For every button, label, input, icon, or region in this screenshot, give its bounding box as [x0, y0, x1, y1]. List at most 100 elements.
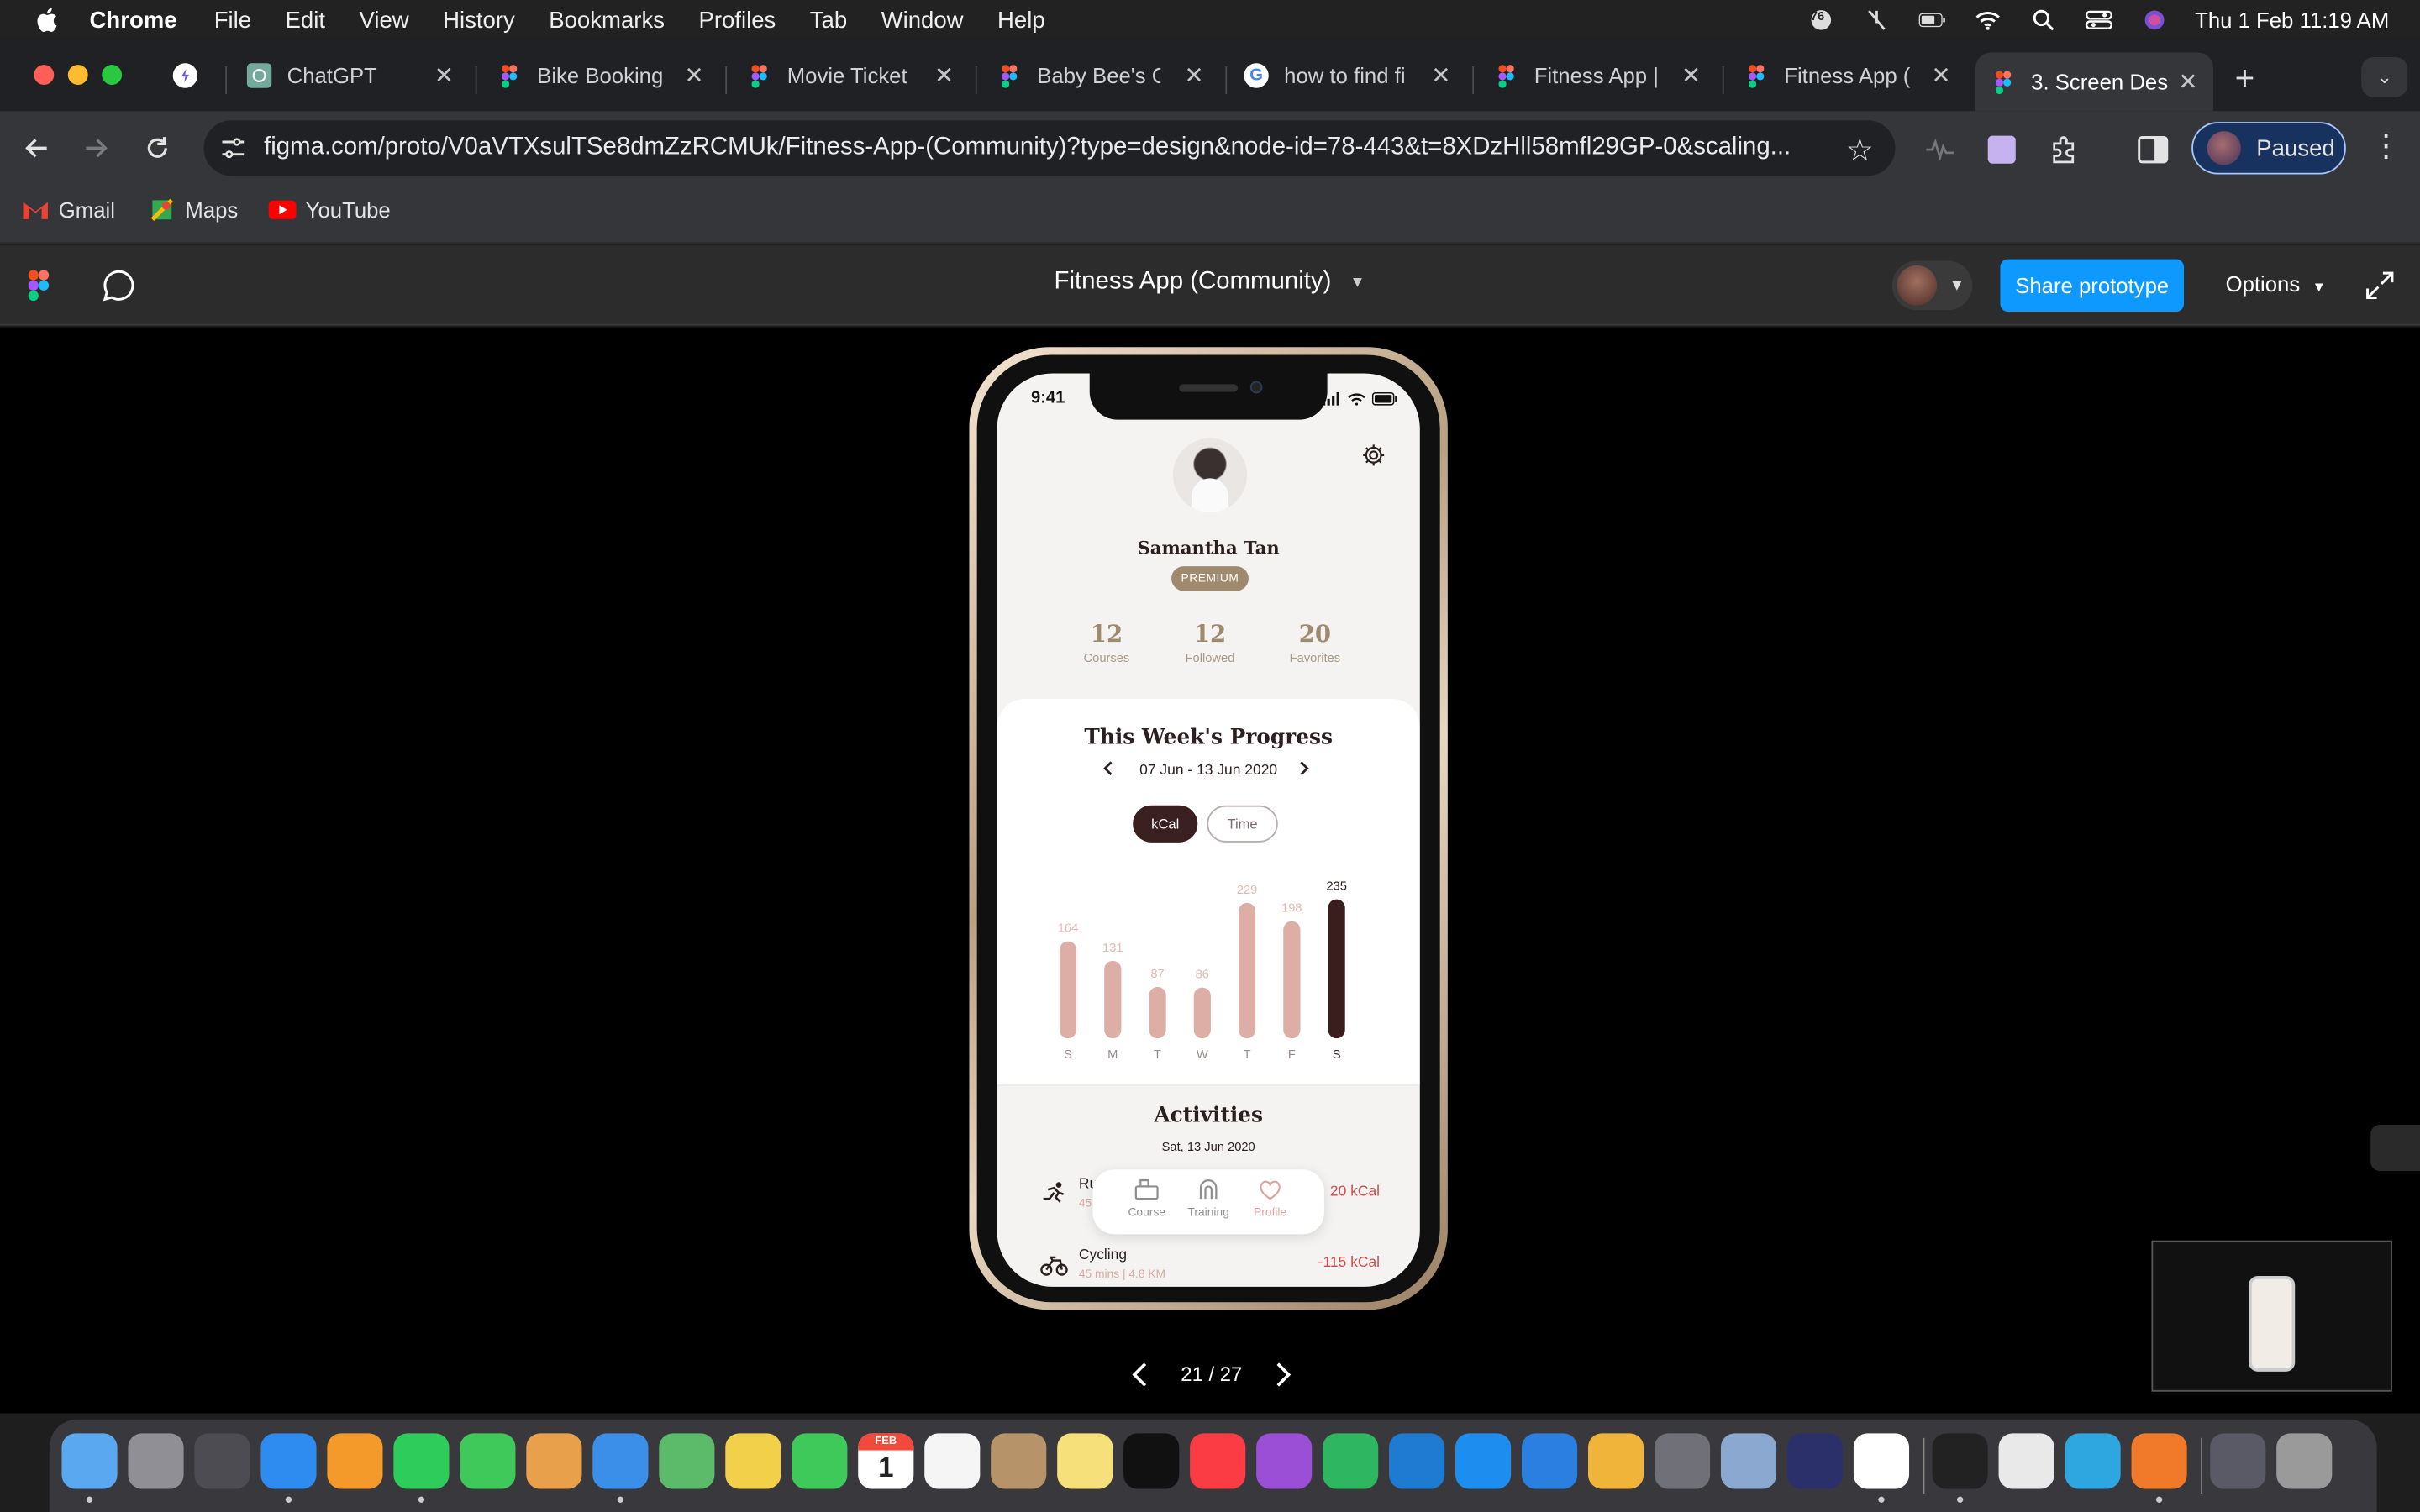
side-extension-widget[interactable] — [2370, 1124, 2420, 1172]
dock-reminders-icon[interactable] — [924, 1433, 981, 1489]
tab-baby-bees[interactable]: Baby Bee's C ✕ — [997, 52, 1219, 98]
tab-search-chevron-icon[interactable]: ⌄ — [2361, 56, 2408, 97]
close-tab-icon[interactable]: ✕ — [2178, 68, 2197, 96]
dock-preview-icon[interactable] — [1720, 1433, 1777, 1489]
close-tab-icon[interactable]: ✕ — [684, 61, 703, 89]
tab-google-search[interactable]: G how to find fi ✕ — [1244, 52, 1465, 98]
new-tab-icon[interactable]: + — [2235, 59, 2255, 99]
puzzle-extensions-icon[interactable] — [2047, 133, 2081, 166]
dock-numbers-icon[interactable] — [1323, 1433, 1379, 1489]
audio-wave-icon[interactable] — [1923, 133, 1957, 166]
close-tab-icon[interactable]: ✕ — [434, 61, 454, 89]
menu-edit[interactable]: Edit — [286, 7, 325, 33]
dock-safari-icon[interactable] — [260, 1433, 317, 1489]
menu-app-name[interactable]: Chrome — [90, 7, 177, 33]
dock-messages-icon[interactable] — [460, 1433, 516, 1489]
stat-favorites[interactable]: 20 Favorites — [1269, 620, 1361, 664]
reload-icon[interactable] — [139, 129, 176, 166]
figma-logo-icon[interactable] — [28, 270, 50, 302]
viewer-avatar-dropdown[interactable]: ▼ — [1891, 260, 1973, 311]
dock-system-settings-icon[interactable] — [1654, 1433, 1711, 1489]
tab-bike-booking[interactable]: Bike Booking ✕ — [497, 52, 718, 98]
dock-chrome-icon[interactable] — [1853, 1433, 1910, 1489]
dock-keynote-icon[interactable] — [1522, 1433, 1578, 1489]
previous-frame-icon[interactable] — [1127, 1357, 1155, 1391]
dock-tv-icon[interactable] — [1123, 1433, 1180, 1489]
dock-notes-icon[interactable] — [1057, 1433, 1113, 1489]
chart-bar[interactable] — [1328, 899, 1345, 1039]
dock-preview-icon[interactable] — [526, 1433, 582, 1489]
chart-bar[interactable] — [1283, 921, 1301, 1039]
extension-icon[interactable] — [1985, 133, 2018, 166]
next-frame-icon[interactable] — [1269, 1357, 1297, 1391]
menu-clock[interactable]: Thu 1 Feb 11:19 AM — [2195, 8, 2389, 32]
tab-screen-design-active[interactable]: 3. Screen Des ✕ — [1975, 52, 2213, 112]
close-tab-icon[interactable]: ✕ — [1932, 61, 1951, 89]
dock-photos-icon[interactable] — [725, 1433, 781, 1489]
menu-file[interactable]: File — [214, 7, 251, 33]
profile-paused-button[interactable]: Paused — [2191, 122, 2346, 175]
back-arrow-icon[interactable] — [18, 129, 55, 166]
dock-podcasts-icon[interactable] — [1256, 1433, 1313, 1489]
address-bar[interactable]: figma.com/proto/V0aVTXsulTSe8dmZzRCMUk/F… — [203, 120, 1896, 176]
chart-bar[interactable] — [1149, 986, 1166, 1039]
dock-textedit-icon[interactable] — [1998, 1433, 2054, 1489]
url-text[interactable]: figma.com/proto/V0aVTXsulTSe8dmZzRCMUk/F… — [264, 134, 1823, 162]
dock-keychain-icon[interactable] — [194, 1433, 250, 1489]
bookmark-star-icon[interactable]: ☆ — [1846, 131, 1874, 170]
dock-eclipse-icon[interactable] — [1786, 1433, 1844, 1489]
tab-movie-ticket[interactable]: Movie Ticket ✕ — [747, 52, 969, 98]
dock-terminal-icon[interactable] — [1932, 1433, 1988, 1489]
dock-maps-icon[interactable] — [659, 1433, 715, 1489]
chart-bar[interactable] — [1238, 902, 1256, 1039]
dock-books-icon[interactable] — [327, 1433, 383, 1489]
dock-whatsapp-icon[interactable] — [393, 1433, 450, 1489]
dock-music-icon[interactable] — [1190, 1433, 1246, 1489]
close-tab-icon[interactable]: ✕ — [934, 61, 954, 89]
side-panel-icon[interactable] — [2136, 133, 2170, 166]
menu-help[interactable]: Help — [997, 7, 1045, 33]
minimize-window-button[interactable] — [67, 65, 88, 86]
spotlight-search-icon[interactable] — [2028, 8, 2060, 32]
menu-window[interactable]: Window — [881, 7, 964, 33]
tab-course[interactable]: Course — [1116, 1179, 1177, 1219]
bookmark-maps[interactable]: Maps — [148, 197, 238, 222]
tab-chatgpt[interactable]: ChatGPT ✕ — [246, 52, 469, 98]
profile-avatar[interactable] — [1172, 438, 1248, 512]
comment-icon[interactable] — [102, 269, 135, 302]
fullscreen-icon[interactable] — [2365, 270, 2396, 301]
close-window-button[interactable] — [34, 65, 55, 86]
close-tab-icon[interactable]: ✕ — [1431, 61, 1450, 89]
muted-icon[interactable] — [1861, 8, 1892, 32]
dock-contacts-icon[interactable] — [991, 1433, 1047, 1489]
stat-followed[interactable]: 12 Followed — [1164, 620, 1256, 664]
dock-telegram-icon[interactable] — [2065, 1433, 2121, 1489]
share-prototype-button[interactable]: Share prototype — [2000, 259, 2184, 312]
dock-calendar-icon[interactable]: FEB 1 — [858, 1433, 914, 1489]
chevron-right-icon[interactable] — [1295, 759, 1313, 778]
tab-training[interactable]: Training — [1177, 1179, 1239, 1219]
close-tab-icon[interactable]: ✕ — [1681, 61, 1701, 89]
dock-app-store-icon[interactable] — [1455, 1433, 1512, 1489]
dock-trash-icon[interactable] — [2276, 1433, 2333, 1489]
menu-tab[interactable]: Tab — [810, 7, 847, 33]
activity-item-cycling[interactable]: Cycling 45 mins | 4.8 KM -115 kCal — [1040, 1247, 1380, 1284]
chart-bar[interactable] — [1059, 941, 1077, 1039]
chart-bar[interactable] — [1193, 987, 1211, 1039]
kcal-toggle[interactable]: kCal — [1133, 805, 1198, 843]
maximize-window-button[interactable] — [102, 65, 123, 86]
stat-courses[interactable]: 12 Courses — [1060, 620, 1153, 664]
bookmark-gmail[interactable]: Gmail — [22, 197, 115, 222]
bookmark-youtube[interactable]: YouTube — [268, 197, 391, 222]
dock-vs-code-icon[interactable] — [1389, 1433, 1445, 1489]
wifi-icon[interactable] — [1973, 8, 2004, 32]
options-menu[interactable]: Options ▼ — [2226, 271, 2327, 296]
dock-sublime-text-icon[interactable] — [2131, 1433, 2187, 1489]
notification-badge-icon[interactable]: 76 — [1806, 8, 1837, 32]
menu-history[interactable]: History — [443, 7, 515, 33]
chrome-menu-icon[interactable]: ⋮ — [2370, 129, 2402, 166]
site-settings-icon[interactable] — [219, 134, 247, 162]
dock-downloads-icon[interactable] — [2210, 1433, 2266, 1489]
tab-profile[interactable]: Profile — [1239, 1179, 1301, 1219]
menu-view[interactable]: View — [359, 7, 408, 33]
